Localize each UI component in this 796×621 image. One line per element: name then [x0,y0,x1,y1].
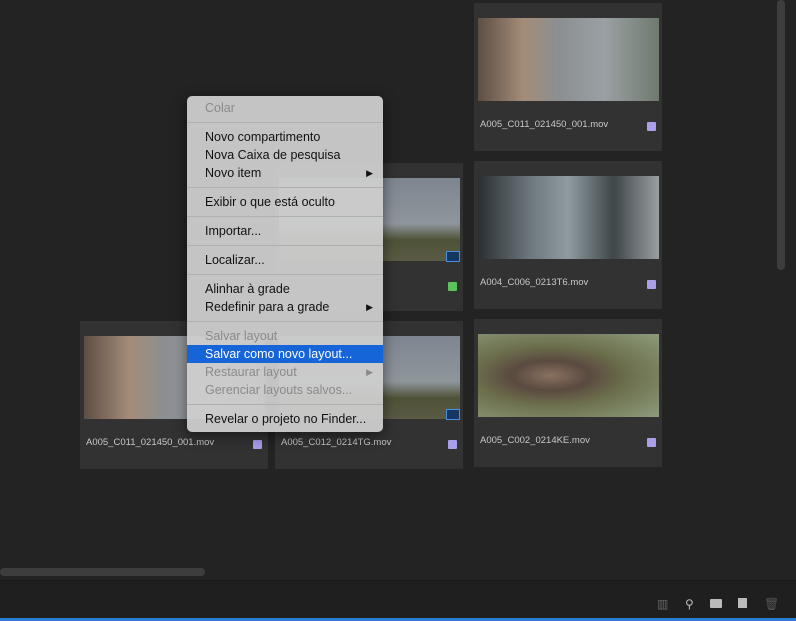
clip-card[interactable]: A005_C002_0214KE.mov [474,319,662,467]
label-color-badge[interactable] [448,282,457,291]
menu-item-revelar[interactable]: Revelar o projeto no Finder... [187,410,383,428]
clip-name: A005_C002_0214KE.mov [480,435,590,446]
search-icon[interactable]: ⚲ [685,597,694,611]
label-color-badge[interactable] [647,280,656,289]
submenu-arrow-icon: ▶ [366,168,373,178]
label-color-badge[interactable] [647,438,656,447]
menu-item-colar[interactable]: Colar [187,99,383,117]
clip-name: A005_C011_021450_001.mov [480,119,609,130]
menu-separator [187,122,383,123]
new-item-icon[interactable] [738,598,747,608]
menu-separator [187,216,383,217]
menu-item-novo-compartimento[interactable]: Novo compartimento [187,128,383,146]
list-view-icon[interactable]: ▥ [657,597,668,611]
audio-clip-icon [446,251,460,262]
menu-item-novo-item[interactable]: Novo item ▶ [187,164,383,182]
new-bin-icon[interactable] [710,599,722,608]
menu-separator [187,404,383,405]
clip-name: A004_C006_0213T6.mov [480,277,589,288]
menu-item-salvar-layout[interactable]: Salvar layout [187,327,383,345]
menu-item-label: Novo item [205,166,262,180]
menu-separator [187,274,383,275]
clip-thumbnail [478,176,659,259]
clip-name: A005_C012_0214TG.mov [281,437,392,448]
menu-item-nova-caixa[interactable]: Nova Caixa de pesquisa [187,146,383,164]
clip-thumbnail [478,18,659,101]
clip-card[interactable]: A005_C011_021450_001.mov [474,3,662,151]
label-color-badge[interactable] [448,440,457,449]
vertical-scrollbar[interactable] [777,0,785,270]
menu-item-redefinir[interactable]: Redefinir para a grade ▶ [187,298,383,316]
menu-item-alinhar[interactable]: Alinhar à grade [187,280,383,298]
film-clip-icon [446,409,460,420]
clip-card[interactable]: A004_C006_0213T6.mov [474,161,662,309]
label-color-badge[interactable] [253,440,262,449]
submenu-arrow-icon: ▶ [366,367,373,377]
clip-thumbnail [478,334,659,417]
menu-item-label: Restaurar layout [205,365,297,379]
menu-item-exibir[interactable]: Exibir o que está oculto [187,193,383,211]
menu-item-importar[interactable]: Importar... [187,222,383,240]
trash-icon[interactable]: 🗑 [764,597,779,611]
menu-separator [187,187,383,188]
context-menu: Colar Novo compartimento Nova Caixa de p… [187,96,383,432]
menu-separator [187,245,383,246]
clip-name: A005_C011_021450_001.mov [86,437,215,448]
menu-item-label: Redefinir para a grade [205,300,330,314]
submenu-arrow-icon: ▶ [366,302,373,312]
menu-item-localizar[interactable]: Localizar... [187,251,383,269]
label-color-badge[interactable] [647,122,656,131]
horizontal-scrollbar[interactable] [0,568,205,576]
menu-separator [187,321,383,322]
menu-item-salvar-novo-layout[interactable]: Salvar como novo layout... [187,345,383,363]
menu-item-gerenciar[interactable]: Gerenciar layouts salvos... [187,381,383,399]
bottom-toolbar [0,580,796,621]
menu-item-restaurar[interactable]: Restaurar layout ▶ [187,363,383,381]
